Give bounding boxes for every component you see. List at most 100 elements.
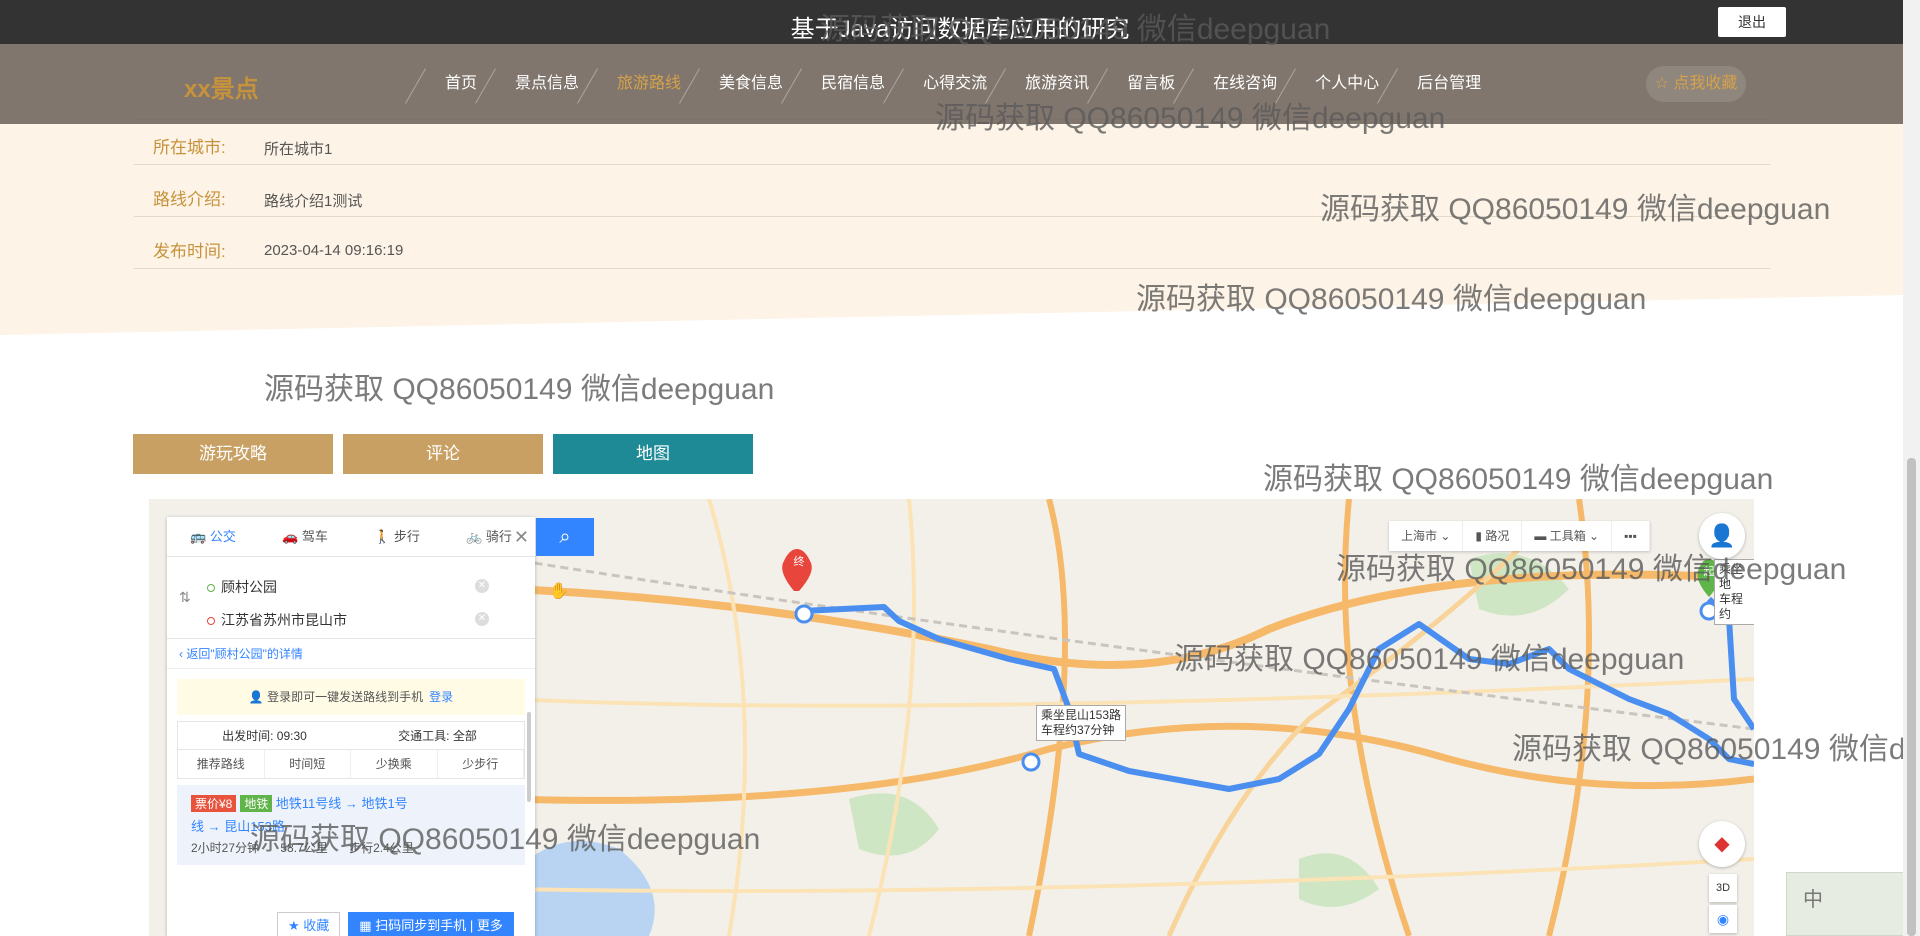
field-label-publish-time: 发布时间: <box>153 242 226 261</box>
tab-guide[interactable]: 游玩攻略 <box>133 434 333 474</box>
3d-button[interactable]: 3D <box>1709 874 1737 902</box>
nav-item-profile[interactable]: 个人中心 <box>1275 44 1397 124</box>
panel-scrollbar[interactable] <box>527 712 531 802</box>
route-option[interactable]: 票价¥8 地铁 地铁11号线 → 地铁1号 线 → 昆山153路 2小时27分钟 … <box>177 785 525 865</box>
map-toolbar: 上海市 ⌄ ▮ 路况 ▬ 工具箱 ⌄ ▪▪▪ <box>1389 521 1650 551</box>
watermark: 源码获取 QQ86050149 微信deepguan <box>264 373 775 406</box>
locate-icon[interactable]: ◉ <box>1709 905 1737 933</box>
map-view[interactable]: 终 起 乘坐昆山153路 车程约37分钟 乘坐地 车程约 ✋ 🚌 公交 🚗 驾车… <box>149 499 1754 936</box>
nav-item-consult[interactable]: 在线咨询 <box>1173 44 1295 124</box>
nav-item-label: 旅游路线 <box>617 75 682 92</box>
sort-recommended[interactable]: 推荐路线 <box>178 750 265 778</box>
nav-item-experience[interactable]: 心得交流 <box>883 44 1005 124</box>
login-link[interactable]: 登录 <box>429 690 453 704</box>
tab-comments[interactable]: 评论 <box>343 434 543 474</box>
route-tag: 地铁 <box>240 795 273 812</box>
user-avatar-icon[interactable]: 👤 <box>1699 513 1745 559</box>
back-link-label: 返回"顾村公园"的详情 <box>186 647 303 661</box>
sort-less-walking[interactable]: 少步行 <box>438 750 524 778</box>
swap-icon[interactable]: ⇅ <box>179 589 191 606</box>
back-link[interactable]: ‹ 返回"顾村公园"的详情 <box>167 639 535 669</box>
close-icon[interactable]: ✕ <box>514 527 529 548</box>
top-bar: 基于Java访问数据库应用的研究 退出 <box>0 0 1920 44</box>
nav-item-routes[interactable]: 旅游路线 <box>577 44 699 124</box>
right-route-label-line1: 乘坐地 <box>1719 562 1744 591</box>
traffic-label: 路况 <box>1485 529 1510 543</box>
nav-item-label: 首页 <box>445 75 478 92</box>
walk-icon: 🚶 <box>374 529 394 544</box>
mode-bus[interactable]: 🚌 公交 <box>167 517 259 556</box>
nav-item-label: 心得交流 <box>923 75 988 92</box>
mode-drive[interactable]: 🚗 驾车 <box>259 517 351 556</box>
user-icon: 👤 <box>248 690 268 704</box>
route-filters: 出发时间: 09:30 交通工具: 全部 推荐路线 时间短 少换乘 少步行 <box>177 721 525 779</box>
city-label: 上海市 <box>1401 529 1438 543</box>
bus-route-label-line1: 乘坐昆山153路 <box>1041 708 1122 722</box>
destination-value: 江苏省苏州市昆山市 <box>221 612 347 628</box>
traffic-icon: ▮ <box>1475 529 1486 543</box>
origin-dot-icon <box>207 584 215 592</box>
logout-button[interactable]: 退出 <box>1718 7 1786 37</box>
nav-item-label: 在线咨询 <box>1213 75 1278 92</box>
divider <box>134 268 1770 269</box>
depart-time-select[interactable]: 出发时间: 09:30 <box>178 722 351 749</box>
nav-item-label: 后台管理 <box>1417 75 1482 92</box>
login-tip: 👤 登录即可一键发送路线到手机 登录 <box>177 679 525 715</box>
city-select[interactable]: 上海市 ⌄ <box>1389 521 1464 551</box>
brand-logo[interactable]: xx景点 <box>184 69 259 104</box>
mode-label: 步行 <box>393 529 420 544</box>
search-icon: ⌕ <box>559 526 571 548</box>
nav-item-label: 留言板 <box>1127 75 1176 92</box>
field-value-publish-time: 2023-04-14 09:16:19 <box>264 242 404 259</box>
route-duration: 2小时27分钟 <box>191 841 260 855</box>
qr-icon: ▦ <box>359 918 376 933</box>
login-tip-text: 登录即可一键发送路线到手机 <box>267 690 424 704</box>
sync-to-phone-button[interactable]: ▦ 扫码同步到手机 | 更多 <box>348 912 514 936</box>
star-icon: ★ <box>288 918 304 933</box>
divider <box>134 164 1770 165</box>
nav-item-label: 景点信息 <box>515 75 580 92</box>
field-label-intro: 路线介绍: <box>153 190 226 209</box>
mode-label: 骑行 <box>485 529 512 544</box>
toolbox-icon: ▬ <box>1534 529 1550 543</box>
traffic-toggle[interactable]: ▮ 路况 <box>1463 521 1523 551</box>
nav-item-admin[interactable]: 后台管理 <box>1377 44 1499 124</box>
transport-select[interactable]: 交通工具: 全部 <box>351 722 524 749</box>
origin-input[interactable]: 顾村公园 ✕ <box>207 577 489 597</box>
nav-item-label: 民宿信息 <box>821 75 886 92</box>
chat-icon[interactable]: ▪▪▪ <box>1612 521 1650 551</box>
sort-shortest-time[interactable]: 时间短 <box>265 750 351 778</box>
nav-item-news[interactable]: 旅游资讯 <box>985 44 1107 124</box>
field-value-city: 所在城市1 <box>264 141 333 158</box>
toolbox-menu[interactable]: ▬ 工具箱 ⌄ <box>1522 521 1613 551</box>
bus-icon: 🚌 <box>190 529 210 544</box>
ime-widget[interactable]: 中 <box>1786 872 1920 936</box>
nav-item-home[interactable]: 首页 <box>405 44 495 124</box>
bike-icon: 🚲 <box>466 529 486 544</box>
clear-origin-icon[interactable]: ✕ <box>475 579 489 593</box>
nav-item-homestay[interactable]: 民宿信息 <box>781 44 903 124</box>
nav-item-messages[interactable]: 留言板 <box>1087 44 1193 124</box>
sort-fewer-transfers[interactable]: 少换乘 <box>351 750 438 778</box>
panel-actions: ★ 收藏 ▦ 扫码同步到手机 | 更多 <box>277 912 522 936</box>
right-route-label: 乘坐地 车程约 <box>1714 559 1754 625</box>
page-scrollbar[interactable] <box>1903 0 1920 936</box>
nav-menu: 首页 景点信息 旅游路线 美食信息 民宿信息 心得交流 旅游资讯 留言板 在线咨… <box>405 44 1499 124</box>
search-button[interactable]: ⌕ <box>536 518 594 556</box>
compass-icon[interactable]: ◆ <box>1699 821 1745 867</box>
mode-walk[interactable]: 🚶 步行 <box>351 517 443 556</box>
clear-destination-icon[interactable]: ✕ <box>475 612 489 626</box>
nav-item-label: 旅游资讯 <box>1025 75 1090 92</box>
collect-button[interactable]: ★ 收藏 <box>277 912 341 936</box>
nav-item-food[interactable]: 美食信息 <box>679 44 801 124</box>
nav-separator <box>405 68 426 104</box>
page-scrollbar-thumb[interactable] <box>1907 458 1916 936</box>
tab-map[interactable]: 地图 <box>553 434 753 474</box>
destination-input[interactable]: 江苏省苏州市昆山市 ✕ <box>207 610 489 630</box>
mode-label: 驾车 <box>301 529 328 544</box>
nav-item-attractions[interactable]: 景点信息 <box>475 44 597 124</box>
origin-value: 顾村公园 <box>221 579 277 595</box>
transport-modes: 🚌 公交 🚗 驾车 🚶 步行 🚲 骑行 ✕ <box>167 517 535 557</box>
route-panel: 🚌 公交 🚗 驾车 🚶 步行 🚲 骑行 ✕ ⇅ 顾村公园 ✕ 江苏省苏州市昆山市… <box>167 517 535 936</box>
favorite-button[interactable]: ☆ 点我收藏 <box>1646 66 1746 102</box>
